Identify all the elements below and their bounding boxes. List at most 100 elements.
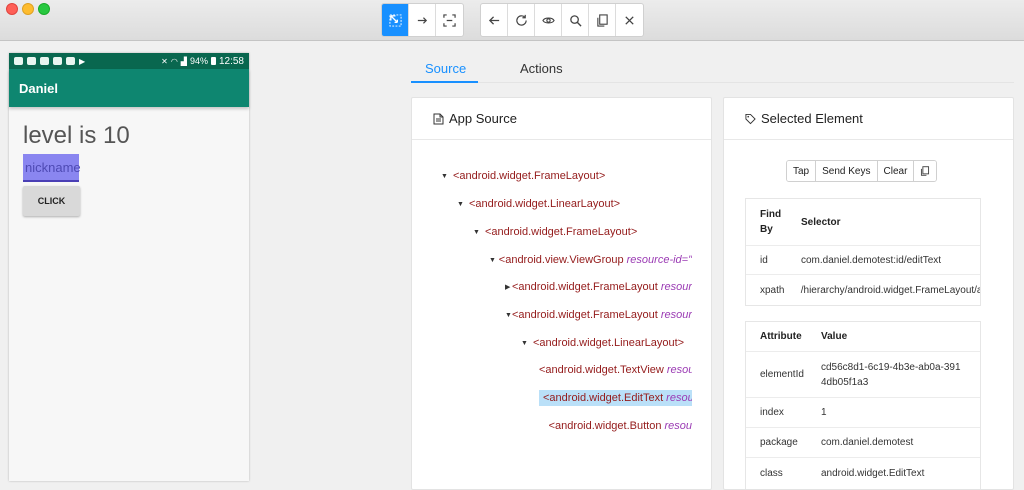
send-keys-button[interactable]: Send Keys bbox=[816, 161, 878, 181]
crop-icon bbox=[443, 13, 456, 27]
pointer-icon bbox=[388, 13, 402, 27]
tree-node[interactable]: ▼ <android.widget.FrameLayout> bbox=[441, 166, 608, 186]
clear-button[interactable]: Clear bbox=[877, 161, 915, 181]
status-time: 12:58 bbox=[218, 55, 244, 67]
caret-right-icon[interactable]: ▶ bbox=[505, 283, 512, 291]
quit-session-button[interactable] bbox=[616, 4, 643, 36]
tree-node-attr: resou bbox=[666, 392, 692, 404]
tag-icon bbox=[745, 113, 756, 124]
level-text[interactable]: level is 10 bbox=[23, 122, 235, 150]
select-mode-button[interactable] bbox=[382, 4, 409, 36]
tree-node-attr: resour bbox=[666, 364, 692, 376]
app-bar-title: Daniel bbox=[9, 69, 249, 107]
maximize-window-button[interactable] bbox=[38, 3, 50, 15]
battery-percent: 94% bbox=[189, 56, 208, 66]
tree-node-tag: <android.widget.FrameLayout> bbox=[485, 226, 638, 238]
app-source-header: App Source bbox=[412, 98, 711, 140]
copy-source-button[interactable] bbox=[589, 4, 616, 36]
tree-node-label: <android.widget.FrameLayout> bbox=[485, 226, 640, 238]
tree-node-label: <android.widget.FrameLayout resour bbox=[512, 281, 692, 293]
app-source-panel: App Source ▼ <android.widget.FrameLayout>… bbox=[411, 97, 712, 490]
active-tab-indicator bbox=[411, 81, 478, 83]
value-header: Value bbox=[821, 331, 848, 342]
selector-header: Selector bbox=[801, 216, 841, 228]
caret-down-icon[interactable]: ▼ bbox=[473, 229, 485, 236]
nickname-placeholder: nickname bbox=[25, 159, 81, 175]
caret-down-icon[interactable]: ▼ bbox=[521, 340, 533, 347]
tree-node-attr: resour bbox=[660, 309, 692, 321]
mail-notification-icon bbox=[53, 56, 62, 65]
toggle-attributes-button[interactable] bbox=[535, 4, 562, 36]
tab-source[interactable]: Source bbox=[425, 61, 466, 76]
tree-node[interactable]: ▼ <android.widget.FrameLayout resour bbox=[505, 305, 692, 325]
attribute-name-cell: index bbox=[760, 407, 784, 418]
attribute-name-cell: elementId bbox=[760, 369, 804, 380]
selector-cell[interactable]: com.daniel.demotest:id/editText bbox=[787, 255, 941, 266]
table-row: package com.daniel.demotest bbox=[746, 428, 980, 458]
tap-coordinates-button[interactable] bbox=[436, 4, 463, 36]
tree-node-tag: <android.widget.FrameLayout bbox=[511, 309, 658, 321]
caret-down-icon[interactable]: ▼ bbox=[505, 312, 512, 319]
signal-icon: ▟ bbox=[180, 56, 187, 66]
play-notification-icon: ▶ bbox=[79, 56, 86, 66]
tree-node[interactable]: <android.widget.Button resou bbox=[539, 416, 692, 436]
nickname-edittext[interactable]: nickname bbox=[23, 154, 81, 182]
tree-node-label: <android.widget.LinearLayout> bbox=[533, 337, 687, 349]
back-button[interactable] bbox=[481, 4, 508, 36]
file-icon bbox=[433, 113, 444, 124]
attribute-table: Attribute Value elementId cd56c8d1-6c19-… bbox=[745, 321, 981, 489]
tap-button[interactable]: Tap bbox=[787, 161, 817, 181]
copy-icon bbox=[596, 13, 608, 27]
selector-table-header: Find By Selector bbox=[746, 199, 980, 246]
tree-node-label: <android.widget.FrameLayout> bbox=[453, 170, 608, 182]
tree-node-label: <android.widget.FrameLayout resour bbox=[512, 309, 692, 321]
selected-element-title: Selected Element bbox=[761, 111, 863, 126]
tab-actions[interactable]: Actions bbox=[520, 61, 563, 76]
app-source-title: App Source bbox=[449, 111, 517, 126]
caret-down-icon[interactable]: ▼ bbox=[457, 201, 469, 208]
attribute-value-cell: cd56c8d1-6c19-4b3e-ab0a-3914db05f1a3 bbox=[821, 361, 961, 388]
find-by-cell: id bbox=[760, 254, 768, 266]
copy-attributes-button[interactable] bbox=[914, 161, 937, 181]
tree-node-tag: <android.widget.FrameLayout> bbox=[453, 170, 606, 182]
battery-icon bbox=[210, 57, 216, 65]
tree-node-attr: resour bbox=[660, 281, 692, 293]
click-button[interactable]: CLICK bbox=[23, 186, 80, 216]
find-by-cell: xpath bbox=[760, 284, 785, 296]
refresh-button[interactable] bbox=[508, 4, 535, 36]
table-row: elementId cd56c8d1-6c19-4b3e-ab0a-3914db… bbox=[746, 352, 980, 398]
attribute-value-cell: android.widget.EditText bbox=[821, 467, 925, 479]
tree-node[interactable]: ▼ <android.widget.FrameLayout> bbox=[473, 222, 640, 242]
tree-node[interactable]: <android.widget.TextViewresour bbox=[539, 360, 692, 380]
close-window-button[interactable] bbox=[6, 3, 18, 15]
tree-node-label: <android.widget.LinearLayout> bbox=[469, 198, 623, 210]
tree-node-attr: resource-id=" bbox=[626, 254, 692, 266]
device-screenshot[interactable]: ▶ ✕ ◠ ▟ 94% 12:58 Daniel level is 10 nic… bbox=[9, 53, 249, 481]
tree-node-label: <android.widget.Button resou bbox=[549, 420, 692, 432]
mail-notification-icon bbox=[40, 56, 49, 65]
minimize-window-button[interactable] bbox=[22, 3, 34, 15]
swipe-mode-button[interactable] bbox=[409, 4, 436, 36]
tree-node-tag: <android.widget.LinearLayout> bbox=[469, 198, 621, 210]
tree-node[interactable]: ▶ <android.widget.FrameLayout resour bbox=[505, 277, 692, 297]
tree-node[interactable]: ▼ <android.widget.LinearLayout> bbox=[457, 194, 623, 214]
swipe-arrow-icon bbox=[417, 16, 427, 24]
window-titlebar bbox=[0, 0, 1024, 41]
android-notification-icon bbox=[14, 56, 23, 65]
caret-down-icon[interactable]: ▼ bbox=[489, 257, 499, 264]
selector-cell[interactable]: /hierarchy/android.widget.FrameLayout/an… bbox=[787, 285, 980, 296]
attribute-table-header: Attribute Value bbox=[746, 322, 980, 352]
tree-node[interactable]: ▼ <android.widget.LinearLayout> bbox=[521, 333, 687, 353]
caret-down-icon[interactable]: ▼ bbox=[441, 173, 453, 180]
tree-node[interactable]: ▼ <android.view.ViewGroup resource-id=" bbox=[489, 250, 692, 270]
selected-element-header: Selected Element bbox=[724, 98, 1013, 140]
table-row: id com.daniel.demotest:id/editText bbox=[746, 246, 980, 275]
tree-node-label: <android.widget.TextViewresour bbox=[539, 364, 692, 376]
tree-node-tag: <android.widget.FrameLayout bbox=[511, 281, 658, 293]
interaction-mode-group bbox=[381, 3, 464, 37]
search-elements-button[interactable] bbox=[562, 4, 589, 36]
tree-node[interactable]: <android.widget.EditText resou bbox=[539, 388, 692, 408]
tree-node-tag: <android.widget.Button bbox=[548, 420, 662, 432]
mail-notification-icon bbox=[66, 56, 75, 65]
android-notification-icon bbox=[27, 56, 36, 65]
